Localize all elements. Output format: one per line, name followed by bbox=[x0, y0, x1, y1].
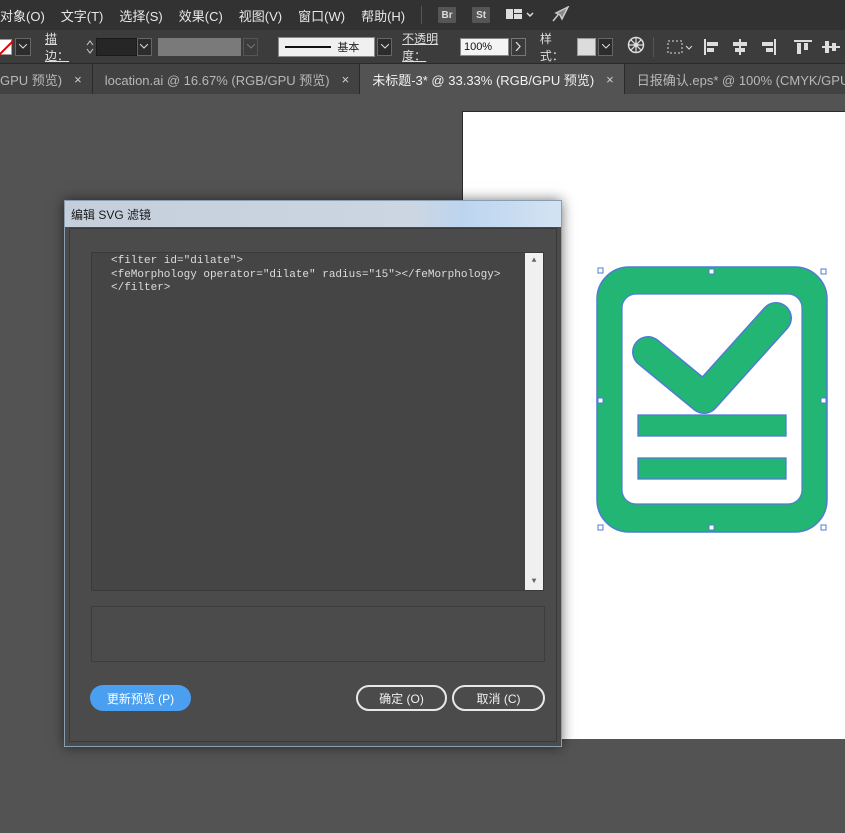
workspace-layout-icon[interactable] bbox=[506, 8, 534, 22]
bridge-button[interactable]: Br bbox=[438, 7, 457, 23]
menu-window[interactable]: 窗口(W) bbox=[290, 6, 353, 25]
menu-object[interactable]: 对象(O) bbox=[0, 6, 53, 25]
code-line: <feMorphology operator="dilate" radius="… bbox=[111, 268, 501, 281]
error-message-area bbox=[91, 606, 545, 662]
tab-document-prev[interactable]: GPU 预览) × bbox=[0, 64, 93, 94]
close-icon[interactable]: × bbox=[342, 72, 350, 87]
control-separator bbox=[653, 36, 654, 57]
stroke-weight-field[interactable] bbox=[95, 37, 137, 56]
menu-view[interactable]: 视图(V) bbox=[231, 6, 290, 25]
brush-dropdown[interactable] bbox=[377, 37, 393, 56]
stroke-weight-label[interactable]: 描边： bbox=[45, 30, 78, 64]
graphic-style-swatch[interactable] bbox=[577, 37, 597, 56]
dialog-body: <filter id="dilate"> <feMorphology operat… bbox=[69, 228, 557, 742]
graphic-style-dropdown[interactable] bbox=[598, 37, 614, 56]
update-preview-button[interactable]: 更新预览 (P) bbox=[90, 685, 191, 711]
stroke-weight-dropdown[interactable] bbox=[136, 37, 152, 56]
brush-definition-select[interactable]: 基本 bbox=[278, 36, 376, 57]
dialog-title: 编辑 SVG 滤镜 bbox=[71, 207, 152, 222]
menu-bar: 对象(O) 文字(T) 选择(S) 效果(C) 视图(V) 窗口(W) 帮助(H… bbox=[0, 0, 845, 30]
code-scrollbar[interactable]: ▲ ▼ bbox=[525, 253, 543, 590]
tab-untitled-3[interactable]: 未标题-3* @ 33.33% (RGB/GPU 预览) × bbox=[360, 64, 625, 94]
close-icon[interactable]: × bbox=[606, 72, 614, 87]
edit-svg-filter-dialog: 编辑 SVG 滤镜 <filter id="dilate"> <feMorphol… bbox=[64, 200, 562, 747]
code-line: <filter id="dilate"> bbox=[111, 255, 244, 267]
tab-label: GPU 预览) bbox=[0, 72, 63, 88]
cancel-button[interactable]: 取消 (C) bbox=[452, 685, 545, 711]
code-line: </filter> bbox=[111, 282, 171, 294]
opacity-label[interactable]: 不透明度： bbox=[402, 30, 458, 64]
menu-select[interactable]: 选择(S) bbox=[111, 6, 170, 25]
tab-daily-report-eps[interactable]: 日报确认.eps* @ 100% (CMYK/GPU 预览) × bbox=[624, 64, 845, 94]
align-horizontal-center-icon[interactable] bbox=[731, 38, 749, 55]
align-left-icon[interactable] bbox=[703, 38, 721, 55]
control-bar: 描边： 基本 不透明度： 100% 样式： bbox=[0, 30, 845, 64]
svg-code-editor[interactable]: <filter id="dilate"> <feMorphology operat… bbox=[91, 252, 544, 591]
tab-location-ai[interactable]: location.ai @ 16.67% (RGB/GPU 预览) × bbox=[92, 64, 361, 94]
opacity-arrow-button[interactable] bbox=[510, 37, 526, 56]
stock-button[interactable]: St bbox=[472, 7, 491, 23]
stroke-weight-spinner[interactable] bbox=[84, 38, 95, 56]
brush-name: 基本 bbox=[337, 41, 360, 54]
fill-stroke-control bbox=[0, 37, 31, 56]
opacity-field[interactable]: 100% bbox=[459, 37, 509, 56]
menu-separator bbox=[421, 6, 423, 24]
ok-button[interactable]: 确定 (O) bbox=[356, 685, 447, 711]
illustrator-window: 对象(O) 文字(T) 选择(S) 效果(C) 视图(V) 窗口(W) 帮助(H… bbox=[0, 0, 845, 833]
menu-effect[interactable]: 效果(C) bbox=[171, 6, 231, 25]
align-right-icon[interactable] bbox=[759, 38, 777, 55]
dialog-titlebar[interactable]: 编辑 SVG 滤镜 bbox=[65, 201, 561, 227]
menu-help[interactable]: 帮助(H) bbox=[353, 6, 413, 25]
align-top-icon[interactable] bbox=[794, 39, 812, 55]
send-feedback-icon[interactable] bbox=[552, 4, 570, 25]
style-label: 样式： bbox=[539, 31, 564, 63]
tab-label: 未标题-3* @ 33.33% (RGB/GPU 预览) bbox=[372, 72, 595, 88]
stroke-color-swatch[interactable] bbox=[0, 38, 12, 55]
tab-label: location.ai @ 16.67% (RGB/GPU 预览) bbox=[104, 72, 330, 88]
brush-stroke-preview bbox=[285, 45, 332, 48]
checklist-icon[interactable] bbox=[596, 266, 830, 534]
close-icon[interactable]: × bbox=[74, 72, 82, 87]
align-vertical-center-icon[interactable] bbox=[822, 39, 840, 55]
align-to-selection-icon[interactable] bbox=[667, 39, 693, 55]
tab-label: 日报确认.eps* @ 100% (CMYK/GPU 预览) bbox=[636, 72, 845, 88]
document-tab-bar: GPU 预览) × location.ai @ 16.67% (RGB/GPU … bbox=[0, 64, 845, 94]
scroll-down-icon[interactable]: ▼ bbox=[525, 574, 543, 590]
stroke-color-dropdown[interactable] bbox=[15, 37, 31, 56]
recolor-artwork-icon[interactable] bbox=[627, 36, 645, 57]
variable-width-field[interactable] bbox=[157, 37, 242, 56]
menu-type[interactable]: 文字(T) bbox=[53, 6, 112, 25]
scroll-up-icon[interactable]: ▲ bbox=[525, 253, 543, 269]
variable-width-dropdown[interactable] bbox=[243, 37, 259, 56]
